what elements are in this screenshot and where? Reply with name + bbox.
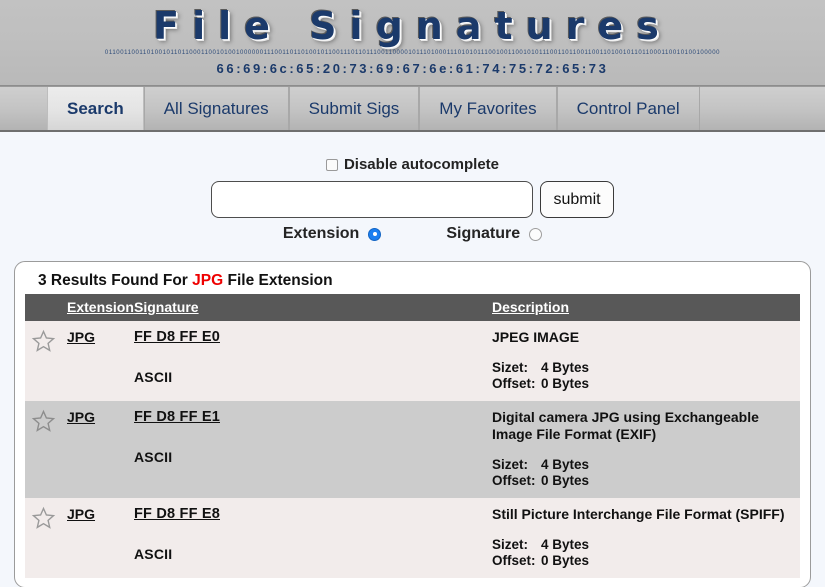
signature-cell: FF D8 FF E8 ASCII <box>134 498 492 578</box>
radio-extension-label: Extension <box>282 225 360 242</box>
extension-link[interactable]: JPG <box>67 506 95 522</box>
results-title-suffix: File Extension <box>227 272 333 289</box>
tab-search[interactable]: Search <box>47 87 144 130</box>
table-row: JPG FF D8 FF E1 ASCII Digital camera JPG… <box>25 401 800 498</box>
star-icon[interactable] <box>31 506 67 533</box>
star-icon[interactable] <box>31 329 67 356</box>
offset-value: 0 Bytes <box>541 472 590 488</box>
column-header-extension[interactable]: Extension <box>67 294 134 321</box>
results-title-highlight: JPG <box>192 272 224 289</box>
results-panel: 3 Results Found For JPG File Extension E… <box>14 261 811 587</box>
signature-meta: Sizet: 4 Bytes Offset: 0 Bytes <box>492 457 800 488</box>
size-row: Sizet: 4 Bytes <box>492 457 800 473</box>
radio-signature-label: Signature <box>446 225 521 242</box>
tab-all-signatures[interactable]: All Signatures <box>143 87 289 130</box>
column-header-favorite <box>25 294 67 321</box>
signature-meta: Sizet: 4 Bytes Offset: 0 Bytes <box>492 360 800 391</box>
extension-cell: JPG <box>67 401 134 498</box>
ascii-label: ASCII <box>134 449 173 465</box>
search-form: Disable autocomplete submit Extension Si… <box>0 132 825 243</box>
signature-link[interactable]: FF D8 FF E1 <box>134 409 220 425</box>
results-title: 3 Results Found For JPG File Extension <box>25 270 800 294</box>
disable-autocomplete-checkbox[interactable] <box>325 158 338 171</box>
site-banner: File Signatures 011001100110100101101100… <box>0 0 825 86</box>
signature-link[interactable]: FF D8 FF E0 <box>134 329 220 345</box>
tab-control-panel[interactable]: Control Panel <box>556 87 700 130</box>
description-text: JPEG IMAGE <box>492 329 580 345</box>
offset-label: Offset: <box>492 472 536 488</box>
ascii-label: ASCII <box>134 369 173 385</box>
site-title: File Signatures <box>153 4 672 48</box>
search-mode-radio-group: Extension Signature <box>282 225 543 243</box>
column-header-signature[interactable]: Signature <box>134 294 492 321</box>
tab-submit-sigs[interactable]: Submit Sigs <box>288 87 420 130</box>
tab-search-label: Search <box>67 98 124 118</box>
main-navigation-tabs: Search All Signatures Submit Sigs My Fav… <box>0 86 825 132</box>
description-cell: Still Picture Interchange File Format (S… <box>492 498 800 578</box>
column-header-description-label: Description <box>492 299 570 315</box>
favorite-cell <box>25 401 67 498</box>
table-row: JPG FF D8 FF E8 ASCII Still Picture Inte… <box>25 498 800 578</box>
size-row: Sizet: 4 Bytes <box>492 360 800 376</box>
disable-autocomplete-row: Disable autocomplete <box>325 156 500 173</box>
tab-submit-sigs-label: Submit Sigs <box>308 98 400 118</box>
search-input[interactable] <box>211 181 534 218</box>
results-table: Extension Signature Description JPG FF D… <box>25 294 800 578</box>
results-table-head: Extension Signature Description <box>25 294 800 321</box>
favorite-cell <box>25 321 67 401</box>
extension-link[interactable]: JPG <box>67 409 95 425</box>
star-icon[interactable] <box>31 409 67 436</box>
size-label: Sizet: <box>492 457 529 472</box>
submit-button[interactable]: submit <box>540 181 614 218</box>
offset-row: Offset: 0 Bytes <box>492 473 800 489</box>
tab-my-favorites[interactable]: My Favorites <box>419 87 557 130</box>
column-header-signature-label: Signature <box>134 299 199 315</box>
size-value: 4 Bytes <box>541 360 590 375</box>
extension-link[interactable]: JPG <box>67 329 95 345</box>
size-label: Sizet: <box>492 360 529 375</box>
offset-value: 0 Bytes <box>541 375 590 391</box>
tab-my-favorites-label: My Favorites <box>439 98 537 118</box>
radio-signature[interactable] <box>529 227 543 241</box>
signature-cell: FF D8 FF E1 ASCII <box>134 401 492 498</box>
table-header-row: Extension Signature Description <box>25 294 800 321</box>
hex-subtitle: 66:69:6c:65:20:73:69:67:6e:61:74:75:72:6… <box>216 61 609 76</box>
results-table-body: JPG FF D8 FF E0 ASCII JPEG IMAGE Sizet: … <box>25 321 800 578</box>
offset-value: 0 Bytes <box>541 552 590 568</box>
favorite-cell <box>25 498 67 578</box>
size-label: Sizet: <box>492 537 529 552</box>
tab-all-signatures-label: All Signatures <box>163 98 269 118</box>
table-row: JPG FF D8 FF E0 ASCII JPEG IMAGE Sizet: … <box>25 321 800 401</box>
description-cell: JPEG IMAGE Sizet: 4 Bytes Offset: 0 Byte… <box>492 321 800 401</box>
offset-label: Offset: <box>492 375 536 391</box>
description-cell: Digital camera JPG using Exchangeable Im… <box>492 401 800 498</box>
size-value: 4 Bytes <box>541 457 590 472</box>
signature-cell: FF D8 FF E0 ASCII <box>134 321 492 401</box>
description-text: Digital camera JPG using Exchangeable Im… <box>492 409 759 442</box>
extension-cell: JPG <box>67 498 134 578</box>
offset-label: Offset: <box>492 552 536 568</box>
radio-extension[interactable] <box>368 227 382 241</box>
description-text: Still Picture Interchange File Format (S… <box>492 506 785 522</box>
binary-decoration: 0110011001101001011011000110010100100000… <box>104 50 721 56</box>
signature-link[interactable]: FF D8 FF E8 <box>134 506 220 522</box>
results-title-prefix: 3 Results Found For <box>38 272 188 289</box>
column-header-description[interactable]: Description <box>492 294 800 321</box>
offset-row: Offset: 0 Bytes <box>492 553 800 569</box>
size-row: Sizet: 4 Bytes <box>492 537 800 553</box>
offset-row: Offset: 0 Bytes <box>492 376 800 392</box>
disable-autocomplete-label: Disable autocomplete <box>343 156 500 173</box>
column-header-extension-label: Extension <box>67 299 134 315</box>
search-input-row: submit <box>0 181 825 218</box>
ascii-label: ASCII <box>134 546 173 562</box>
size-value: 4 Bytes <box>541 537 590 552</box>
tab-control-panel-label: Control Panel <box>576 98 680 118</box>
extension-cell: JPG <box>67 321 134 401</box>
signature-meta: Sizet: 4 Bytes Offset: 0 Bytes <box>492 537 800 568</box>
